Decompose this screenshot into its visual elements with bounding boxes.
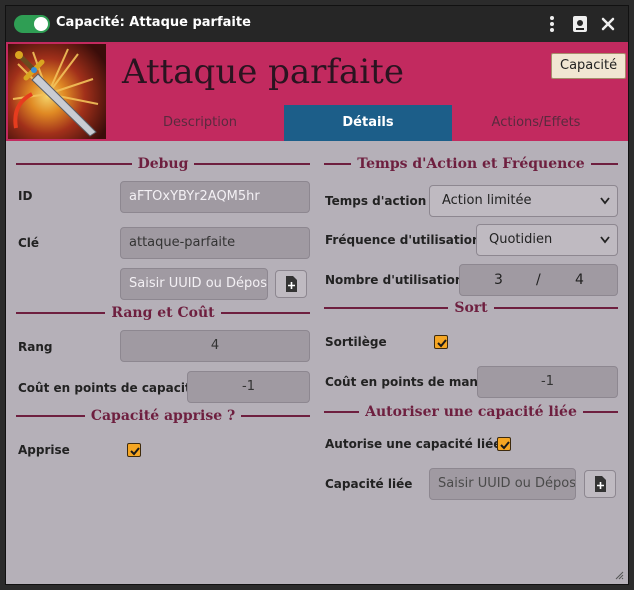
section-title-action-time: Temps d'Action et Fréquence — [351, 156, 591, 172]
item-type-badge: Capacité — [551, 53, 627, 79]
uses-max[interactable]: 4 — [575, 265, 584, 295]
frequency-value: Quotidien — [489, 232, 553, 247]
sheet-config-icon[interactable] — [570, 14, 590, 34]
id-label: ID — [18, 189, 33, 203]
uses-field: 3 / 4 — [459, 264, 618, 296]
section-debug: Debug — [16, 153, 310, 173]
section-action-time: Temps d'Action et Fréquence — [324, 153, 618, 173]
key-label: Clé — [18, 236, 40, 250]
frequency-label: Fréquence d'utilisation — [325, 233, 481, 247]
mana-cost-field[interactable]: -1 — [477, 366, 618, 398]
item-image[interactable] — [8, 44, 106, 139]
item-sheet-window: Capacité: Attaque parfaite Attaque parfa… — [5, 5, 629, 585]
capacity-cost-field[interactable]: -1 — [187, 371, 310, 403]
tab-details[interactable]: Détails — [284, 105, 452, 141]
add-document-button[interactable] — [275, 270, 307, 298]
frequency-select[interactable]: Quotidien — [476, 224, 618, 256]
resize-handle-icon[interactable] — [614, 570, 624, 580]
allow-linked-label: Autorise une capacité liée — [325, 437, 502, 451]
section-title-rank-cost: Rang et Coût — [105, 305, 221, 321]
section-rank-cost: Rang et Coût — [16, 302, 310, 322]
toggle-knob — [34, 17, 48, 31]
section-spell: Sort — [324, 297, 618, 317]
chevron-down-icon — [599, 225, 611, 267]
section-title-learned: Capacité apprise ? — [84, 408, 242, 424]
file-add-icon — [595, 476, 606, 492]
learned-checkbox[interactable] — [127, 443, 141, 457]
linked-add-document-button[interactable] — [584, 470, 616, 498]
item-name[interactable]: Attaque parfaite — [122, 52, 404, 92]
action-time-value: Action limitée — [442, 193, 532, 208]
rank-field[interactable]: 4 — [120, 330, 310, 362]
section-linked-capacity: Autoriser une capacité liée — [324, 401, 618, 421]
file-add-icon — [286, 276, 297, 292]
key-field[interactable]: attaque-parfaite — [120, 227, 310, 259]
section-title-spell: Sort — [448, 300, 494, 316]
enable-toggle[interactable] — [14, 15, 50, 33]
details-content: Debug ID aFTOxYBYr2AQM5hr Clé attaque-pa… — [6, 141, 628, 584]
mana-cost-label: Coût en points de mana — [325, 375, 487, 389]
action-time-select[interactable]: Action limitée — [429, 185, 618, 217]
check-icon — [500, 441, 510, 450]
check-icon — [437, 339, 447, 348]
check-icon — [130, 447, 140, 456]
allow-linked-checkbox[interactable] — [497, 437, 511, 451]
spell-label: Sortilège — [325, 335, 387, 349]
menu-icon[interactable] — [542, 14, 562, 34]
window-titlebar[interactable]: Capacité: Attaque parfaite — [6, 6, 628, 42]
window-title: Capacité: Attaque parfaite — [56, 15, 251, 30]
sheet-header: Attaque parfaite Capacité Description Dé… — [6, 42, 628, 141]
spell-checkbox[interactable] — [434, 335, 448, 349]
close-icon[interactable] — [598, 14, 618, 34]
linked-uuid-input[interactable]: Saisir UUID ou Déposer — [429, 468, 576, 500]
uses-current[interactable]: 3 — [494, 265, 503, 295]
action-time-label: Temps d'action — [325, 194, 427, 208]
id-field[interactable]: aFTOxYBYr2AQM5hr — [120, 181, 310, 213]
rank-label: Rang — [18, 340, 53, 354]
capacity-cost-label: Coût en points de capacité — [18, 381, 199, 395]
uses-label: Nombre d'utilisation — [325, 273, 464, 287]
learned-label: Apprise — [18, 443, 70, 457]
section-learned: Capacité apprise ? — [16, 405, 310, 425]
tab-actions-effects[interactable]: Actions/Effets — [452, 105, 620, 141]
section-title-debug: Debug — [131, 156, 195, 172]
tab-description[interactable]: Description — [116, 105, 284, 141]
uses-separator: / — [536, 272, 541, 288]
chevron-down-icon — [599, 186, 611, 228]
section-title-linked-capacity: Autoriser une capacité liée — [359, 404, 583, 420]
linked-capacity-label: Capacité liée — [325, 477, 413, 491]
uuid-input[interactable]: Saisir UUID ou Déposer — [120, 268, 268, 300]
